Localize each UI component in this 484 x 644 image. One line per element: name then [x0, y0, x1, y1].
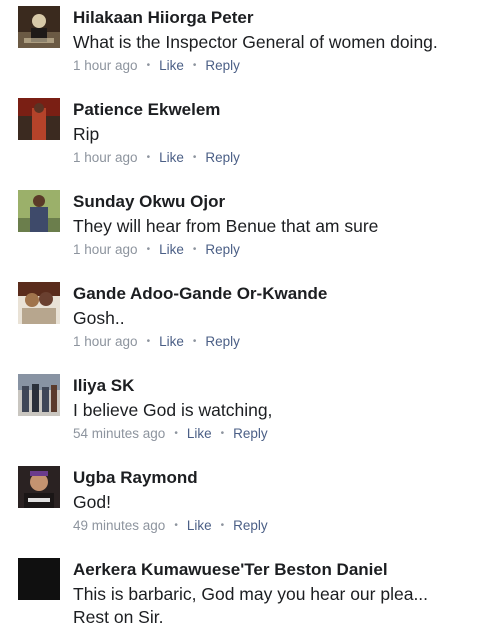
avatar-image — [18, 282, 60, 324]
comment-text: Gosh.. — [73, 308, 125, 328]
reply-button[interactable]: Reply — [205, 150, 240, 165]
separator-dot-icon: • — [174, 428, 178, 439]
comment-time[interactable]: 54 minutes ago — [73, 426, 165, 441]
comment-text: Rip — [73, 124, 100, 144]
separator-dot-icon: • — [146, 244, 151, 255]
comment-meta: 1 hour ago • Like • Reply — [73, 150, 240, 165]
avatar-image — [18, 466, 60, 508]
comment-time[interactable]: 1 hour ago — [73, 242, 138, 257]
separator-dot-icon: • — [146, 336, 151, 347]
reply-button[interactable]: Reply — [205, 242, 240, 257]
separator-dot-icon: • — [192, 244, 197, 255]
avatar-image — [18, 190, 60, 232]
comment-time[interactable]: 1 hour ago — [73, 58, 138, 73]
commenter-name[interactable]: Iliya SK — [73, 376, 134, 396]
comment-text-line-2: Rest on Sir. — [73, 607, 164, 627]
like-button[interactable]: Like — [187, 518, 212, 533]
avatar[interactable] — [18, 282, 60, 324]
reply-button[interactable]: Reply — [205, 334, 240, 349]
comment-meta: 1 hour ago • Like • Reply — [73, 58, 240, 73]
comment-item: Sunday Okwu Ojor They will hear from Ben… — [0, 184, 484, 276]
comment-item: Ugba Raymond God! 49 minutes ago • Like … — [0, 460, 484, 552]
reply-button[interactable]: Reply — [205, 58, 240, 73]
comment-text: They will hear from Benue that am sure — [73, 216, 379, 236]
comment-text: What is the Inspector General of women d… — [73, 32, 438, 52]
avatar[interactable] — [18, 6, 60, 48]
separator-dot-icon: • — [192, 336, 197, 347]
separator-dot-icon: • — [220, 428, 225, 439]
commenter-name[interactable]: Aerkera Kumawuese'Ter Beston Daniel — [73, 560, 388, 580]
commenter-name[interactable]: Ugba Raymond — [73, 468, 198, 488]
comment-item: Patience Ekwelem Rip 1 hour ago • Like •… — [0, 92, 484, 184]
comment-text: God! — [73, 492, 111, 512]
comment-text: This is barbaric, God may you hear our p… — [73, 584, 429, 604]
comment-time[interactable]: 1 hour ago — [73, 334, 138, 349]
avatar-image — [18, 98, 60, 140]
like-button[interactable]: Like — [159, 334, 184, 349]
comment-time[interactable]: 1 hour ago — [73, 150, 138, 165]
avatar[interactable] — [18, 374, 60, 416]
comment-item: Hilakaan Hiiorga Peter What is the Inspe… — [0, 0, 484, 92]
comment-time[interactable]: 49 minutes ago — [73, 518, 165, 533]
comment-meta: 1 hour ago • Like • Reply — [73, 334, 240, 349]
comment-text: I believe God is watching, — [73, 400, 273, 420]
avatar-image — [18, 374, 60, 416]
commenter-name[interactable]: Patience Ekwelem — [73, 100, 220, 120]
separator-dot-icon: • — [146, 60, 151, 71]
commenter-name[interactable]: Gande Adoo-Gande Or-Kwande — [73, 284, 327, 304]
separator-dot-icon: • — [146, 152, 151, 163]
separator-dot-icon: • — [192, 152, 197, 163]
separator-dot-icon: • — [174, 520, 178, 531]
reply-button[interactable]: Reply — [233, 518, 268, 533]
avatar-image — [18, 558, 60, 600]
comment-item: Iliya SK I believe God is watching, 54 m… — [0, 368, 484, 460]
avatar[interactable] — [18, 98, 60, 140]
separator-dot-icon: • — [192, 60, 197, 71]
reply-button[interactable]: Reply — [233, 426, 268, 441]
avatar[interactable] — [18, 466, 60, 508]
separator-dot-icon: • — [220, 520, 225, 531]
comment-meta: 54 minutes ago • Like • Reply — [73, 426, 268, 441]
like-button[interactable]: Like — [159, 150, 184, 165]
like-button[interactable]: Like — [187, 426, 212, 441]
commenter-name[interactable]: Hilakaan Hiiorga Peter — [73, 8, 253, 28]
comment-item: Aerkera Kumawuese'Ter Beston Daniel This… — [0, 552, 484, 644]
comment-item: Gande Adoo-Gande Or-Kwande Gosh.. 1 hour… — [0, 276, 484, 368]
like-button[interactable]: Like — [159, 58, 184, 73]
avatar[interactable] — [18, 558, 60, 600]
comment-meta: 49 minutes ago • Like • Reply — [73, 518, 268, 533]
like-button[interactable]: Like — [159, 242, 184, 257]
commenter-name[interactable]: Sunday Okwu Ojor — [73, 192, 225, 212]
avatar[interactable] — [18, 190, 60, 232]
avatar-image — [18, 6, 60, 48]
comment-meta: 1 hour ago • Like • Reply — [73, 242, 240, 257]
